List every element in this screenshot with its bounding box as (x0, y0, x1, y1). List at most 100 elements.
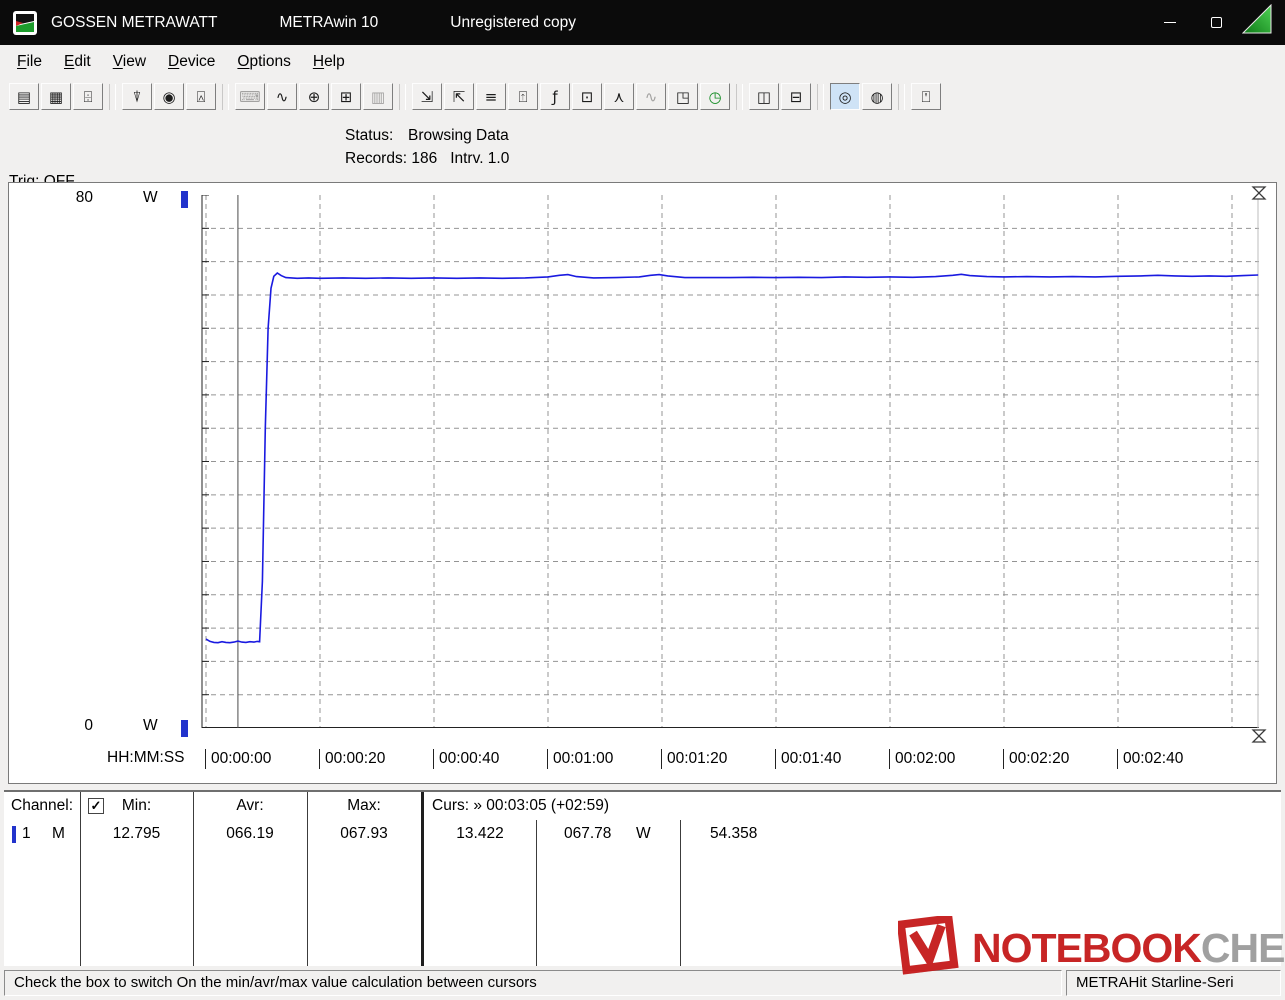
toolbar-separator (736, 83, 743, 110)
toolbar-separator (109, 83, 116, 110)
device-send-button[interactable]: ⍓ (186, 83, 216, 110)
monitor-view-icon: ⊡ (580, 87, 594, 106)
app-name: GOSSEN METRAWATT (51, 13, 218, 31)
x-tick-label: 00:01:00 (547, 749, 613, 769)
license-status: Unregistered copy (450, 13, 577, 31)
timer-button[interactable]: ◷ (700, 83, 730, 110)
menu-edit[interactable]: Edit (53, 48, 102, 76)
notebookcheck-watermark: NOTEBOOK CHECK (898, 914, 1285, 982)
device-read-button[interactable]: ⍒ (122, 83, 152, 110)
table-divider (307, 792, 308, 966)
x-tick-label: 00:01:20 (661, 749, 727, 769)
x-tick-label: 00:00:20 (319, 749, 385, 769)
save-export-icon: ▦ (48, 87, 64, 106)
cursor2-value: 067.78 (564, 825, 612, 842)
menubar: File Edit View Device Options Help (0, 45, 1285, 78)
y-range-top-marker[interactable] (181, 191, 188, 208)
x-tick-label: 00:02:20 (1003, 749, 1069, 769)
min-value: 12.795 (112, 825, 161, 842)
app-window: GOSSEN METRAWATT METRAwin 10 Unregistere… (0, 0, 1285, 1000)
bar-view-icon: ▥ (370, 87, 386, 106)
x-tick-label: 00:01:40 (775, 749, 841, 769)
import-data-button[interactable]: ⇲ (412, 83, 442, 110)
channel-number: 1 (22, 825, 31, 842)
x-tick-label: 00:00:00 (205, 749, 271, 769)
toolbar-separator (399, 83, 406, 110)
split-curves-button[interactable]: ⋏ (604, 83, 634, 110)
toolbar-separator (817, 83, 824, 110)
trend-view-button[interactable]: ∿ (267, 83, 297, 110)
toolbar-separator (898, 83, 905, 110)
menu-options[interactable]: Options (226, 48, 301, 76)
status-panel: Trig: OFF Chan: 123456789 Status: Browsi… (0, 115, 1285, 259)
menu-file[interactable]: File (6, 48, 53, 76)
monitor-out-button[interactable]: ⍐ (508, 83, 538, 110)
window-title: METRAwin 10 (279, 13, 379, 31)
trend-chart-panel: 80 W 0 W HH:MM:SS 00:00:00 00:00:20 00:00:… (8, 182, 1277, 784)
print-preview-icon: ◫ (756, 87, 772, 106)
print-button[interactable]: ⊟ (781, 83, 811, 110)
formula-icon: ƒ (552, 87, 558, 106)
device-snapshot-icon: ◉ (162, 87, 176, 106)
curve-overlay-button[interactable]: ∿ (636, 83, 666, 110)
watermark-word1: NOTEBOOK (972, 924, 1202, 971)
channel-mode: M (52, 825, 65, 842)
max-header: Max: (347, 797, 381, 814)
y-axis-min-label: 0 (84, 717, 93, 734)
crosshair-view-button[interactable]: ⊕ (299, 83, 329, 110)
resize-triangle-icon (1242, 4, 1272, 34)
keyboard-button[interactable]: ⌨ (235, 83, 265, 110)
open-button[interactable]: ⌹ (73, 83, 103, 110)
table-view-icon: ⊞ (339, 87, 353, 106)
save-button[interactable]: ▤ (9, 83, 39, 110)
keyboard-icon: ⌨ (239, 87, 261, 106)
annotations-button[interactable]: ⍞ (911, 83, 941, 110)
channel-color-marker (12, 826, 16, 843)
maximize-button[interactable] (1193, 0, 1239, 45)
avr-header: Avr: (236, 797, 264, 814)
min-header: Min: (121, 797, 152, 814)
trend-plot-area[interactable] (201, 194, 1259, 729)
channel-header: Channel: (11, 797, 74, 814)
x-tick-label: 00:00:40 (433, 749, 499, 769)
menu-help[interactable]: Help (302, 48, 356, 76)
table-divider (536, 820, 537, 966)
device-snapshot-button[interactable]: ◉ (154, 83, 184, 110)
cursor2-unit: W (636, 825, 651, 842)
menu-device[interactable]: Device (157, 48, 226, 76)
crosshair-view-icon: ⊕ (307, 87, 321, 106)
transfer-list-button[interactable]: ≡ (476, 83, 506, 110)
table-divider (80, 792, 81, 966)
app-logo-icon (13, 10, 37, 35)
table-divider-thick (421, 792, 424, 966)
formula-button[interactable]: ƒ (540, 83, 570, 110)
merge-data-button[interactable]: ⇱ (444, 83, 474, 110)
cursor1-value: 13.422 (456, 825, 504, 842)
cursor2-bottom-handle-icon[interactable] (1251, 729, 1267, 743)
bar-view-button[interactable]: ▥ (363, 83, 393, 110)
table-view-button[interactable]: ⊞ (331, 83, 361, 110)
open-icon: ⌹ (83, 87, 93, 106)
cursor2-top-handle-icon[interactable] (1251, 186, 1267, 200)
menu-view[interactable]: View (102, 48, 157, 76)
watermark-word2: CHECK (1200, 924, 1285, 971)
minimize-icon (1164, 21, 1176, 24)
zoom-window-button[interactable]: ◍ (862, 83, 892, 110)
notebookcheck-logo-icon (898, 916, 959, 975)
split-curves-icon: ⋏ (613, 87, 625, 106)
print-icon: ⊟ (789, 87, 803, 106)
avr-value: 066.19 (226, 825, 274, 842)
save-export-button[interactable]: ▦ (41, 83, 71, 110)
device-read-icon: ⍒ (132, 87, 142, 106)
minimize-button[interactable] (1147, 0, 1193, 45)
y-axis-unit-top: W (143, 189, 158, 206)
curve-overlay-icon: ∿ (644, 87, 658, 106)
y-axis-max-label: 80 (75, 189, 93, 206)
device-send-icon: ⍓ (196, 87, 206, 106)
zoom-trend-button[interactable]: ◎ (830, 83, 860, 110)
monitor-view-button[interactable]: ⊡ (572, 83, 602, 110)
print-preview-button[interactable]: ◫ (749, 83, 779, 110)
copy-page-button[interactable]: ◳ (668, 83, 698, 110)
timer-icon: ◷ (708, 87, 722, 106)
y-range-bottom-marker[interactable] (181, 720, 188, 737)
